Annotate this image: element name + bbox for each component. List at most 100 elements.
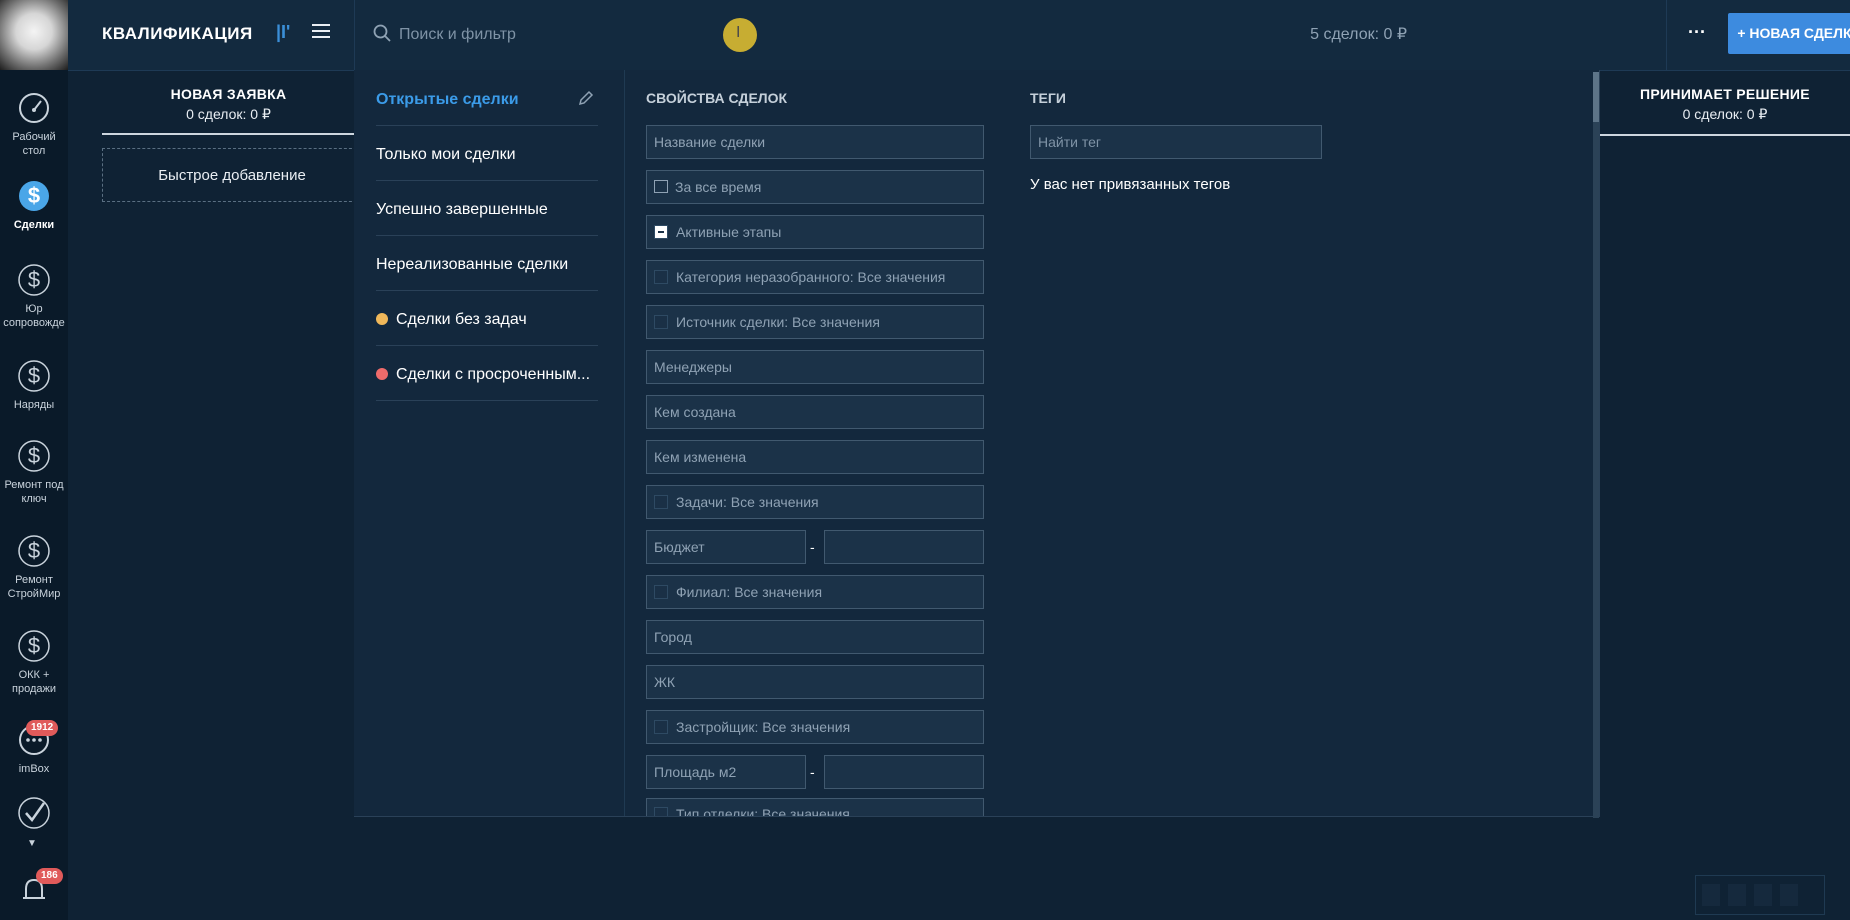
- quick-add-button[interactable]: Быстрое добавление: [102, 148, 362, 202]
- section-title: ТЕГИ: [1030, 90, 1066, 106]
- preset-no-tasks[interactable]: Сделки без задач: [376, 290, 598, 346]
- nav-okk-sales[interactable]: $ ОКК + продажи: [0, 628, 68, 696]
- checkbox: [654, 807, 668, 816]
- search-input[interactable]: [397, 22, 1001, 48]
- checkbox: [654, 495, 668, 509]
- nav-stroymir-repair-label: Ремонт СтройМир: [7, 574, 61, 600]
- zhk-field[interactable]: ЖК: [646, 665, 984, 699]
- range-dash: -: [810, 539, 815, 555]
- nav-okk-sales-label: ОКК + продажи: [12, 669, 56, 695]
- nav-deals-label: Сделки: [13, 219, 55, 231]
- nav-stroymir-repair[interactable]: $ Ремонт СтройМир: [0, 533, 68, 601]
- budget-from-field[interactable]: Бюджет: [646, 530, 806, 564]
- bottom-toolbar-widget[interactable]: [1695, 875, 1825, 915]
- nav-turnkey-repair[interactable]: $ Ремонт под ключ: [0, 438, 68, 506]
- checkbox: [654, 270, 668, 284]
- nav-imbox-label: imBox: [18, 763, 50, 775]
- area-to-field[interactable]: [824, 755, 984, 789]
- period-select[interactable]: За все время: [646, 170, 984, 204]
- nav-orders-label: Наряды: [13, 399, 55, 411]
- filter-presets: Открытые сделки Только мои сделки Успешн…: [354, 70, 625, 816]
- nav-tasks[interactable]: [0, 795, 68, 835]
- user-avatar[interactable]: [0, 0, 68, 70]
- filter-panel: Открытые сделки Только мои сделки Успешн…: [354, 70, 1600, 818]
- tasks-select[interactable]: Задачи: Все значения: [646, 485, 984, 519]
- changed-by-field[interactable]: Кем изменена: [646, 440, 984, 474]
- column-title: НОВАЯ ЗАЯВКА: [170, 86, 287, 102]
- area-from-field[interactable]: Площадь м2: [646, 755, 806, 789]
- managers-field[interactable]: Менеджеры: [646, 350, 984, 384]
- dollar-icon: $: [18, 440, 50, 472]
- partial-checkbox-icon: [654, 225, 668, 239]
- created-by-field[interactable]: Кем создана: [646, 395, 984, 429]
- svg-text:$: $: [28, 538, 40, 563]
- tag-search-input[interactable]: [1030, 125, 1322, 159]
- notifications-badge: 186: [36, 868, 63, 884]
- preset-unrealized[interactable]: Нереализованные сделки: [376, 235, 598, 291]
- dollar-coin-icon: $: [19, 181, 49, 211]
- preset-successful[interactable]: Успешно завершенные: [376, 180, 598, 236]
- preset-overdue[interactable]: Сделки с просроченным...: [376, 345, 598, 401]
- search-filter-area: I 5 сделок: 0 ₽: [354, 0, 1667, 70]
- nav-orders[interactable]: $ Наряды: [0, 358, 68, 412]
- checkbox: [654, 720, 668, 734]
- column-summary: 0 сделок: 0 ₽: [1682, 106, 1768, 122]
- column-divider: [102, 133, 355, 135]
- nav-turnkey-repair-label: Ремонт под ключ: [4, 479, 64, 505]
- checkmark-icon: [18, 797, 50, 829]
- finish-type-select[interactable]: Тип отделки: Все значения: [646, 798, 984, 816]
- nav-notifications[interactable]: 186: [0, 868, 68, 912]
- top-bar: КВАЛИФИКАЦИЯ |I' I 5 сделок: 0 ₽ ··· + Н…: [68, 0, 1850, 71]
- column-divider: [1600, 134, 1850, 136]
- svg-text:$: $: [28, 183, 40, 208]
- new-deal-button[interactable]: + НОВАЯ СДЕЛКА: [1728, 13, 1850, 54]
- active-stages-select[interactable]: Активные этапы: [646, 215, 984, 249]
- left-navigation: Рабочий стол $ Сделки $ Юр сопровожде $ На…: [0, 0, 68, 920]
- dollar-icon: $: [18, 535, 50, 567]
- section-title: СВОЙСТВА СДЕЛОК: [646, 90, 788, 106]
- svg-text:$: $: [28, 267, 40, 292]
- hamburger-menu-icon[interactable]: [312, 22, 330, 40]
- view-toggle-icon[interactable]: |I': [276, 22, 290, 43]
- no-tags-message: У вас нет привязанных тегов: [1030, 176, 1231, 193]
- nav-dashboard-label: Рабочий стол: [12, 131, 56, 157]
- imbox-unread-badge: 1912: [26, 720, 59, 736]
- status-dot-icon: [376, 368, 388, 380]
- placeholder-block: [1728, 884, 1746, 906]
- scrollbar-thumb[interactable]: [1593, 72, 1599, 122]
- nav-dashboard[interactable]: Рабочий стол: [0, 90, 68, 158]
- pipeline-title[interactable]: КВАЛИФИКАЦИЯ: [102, 24, 253, 44]
- placeholder-block: [1780, 884, 1798, 906]
- deal-count-summary: 5 сделок: 0 ₽: [1310, 26, 1407, 43]
- branch-select[interactable]: Филиал: Все значения: [646, 575, 984, 609]
- calendar-icon: [654, 180, 668, 193]
- source-select[interactable]: Источник сделки: Все значения: [646, 305, 984, 339]
- placeholder-block: [1754, 884, 1772, 906]
- svg-text:$: $: [28, 633, 40, 658]
- mouse-cursor-highlight: I: [723, 18, 757, 52]
- preset-open-deals[interactable]: Открытые сделки: [376, 70, 598, 126]
- pencil-edit-icon[interactable]: [578, 90, 594, 106]
- column-title: ПРИНИМАЕТ РЕШЕНИЕ: [1640, 86, 1810, 102]
- preset-my-deals[interactable]: Только мои сделки: [376, 125, 598, 181]
- city-field[interactable]: Город: [646, 620, 984, 654]
- nav-expand-chevron-icon[interactable]: ▼: [27, 838, 37, 849]
- column-header-new-request: НОВАЯ ЗАЯВКА 0 сделок: 0 ₽: [102, 86, 355, 123]
- nav-deals[interactable]: $ Сделки: [0, 178, 68, 232]
- range-dash: -: [810, 764, 815, 780]
- checkbox: [654, 585, 668, 599]
- status-dot-icon: [376, 313, 388, 325]
- deal-name-field[interactable]: Название сделки: [646, 125, 984, 159]
- column-header-decision: ПРИНИМАЕТ РЕШЕНИЕ 0 сделок: 0 ₽: [1600, 86, 1850, 123]
- nav-imbox[interactable]: imBox 1912: [0, 720, 68, 776]
- budget-to-field[interactable]: [824, 530, 984, 564]
- nav-legal[interactable]: $ Юр сопровожде: [0, 262, 68, 330]
- category-select[interactable]: Категория неразобранного: Все значения: [646, 260, 984, 294]
- panel-scrollbar[interactable]: [1593, 72, 1599, 818]
- dollar-icon: $: [18, 264, 50, 296]
- developer-select[interactable]: Застройщик: Все значения: [646, 710, 984, 744]
- dollar-icon: $: [18, 360, 50, 392]
- more-options-button[interactable]: ···: [1666, 0, 1727, 70]
- svg-text:$: $: [28, 443, 40, 468]
- nav-legal-label: Юр сопровожде: [3, 303, 65, 329]
